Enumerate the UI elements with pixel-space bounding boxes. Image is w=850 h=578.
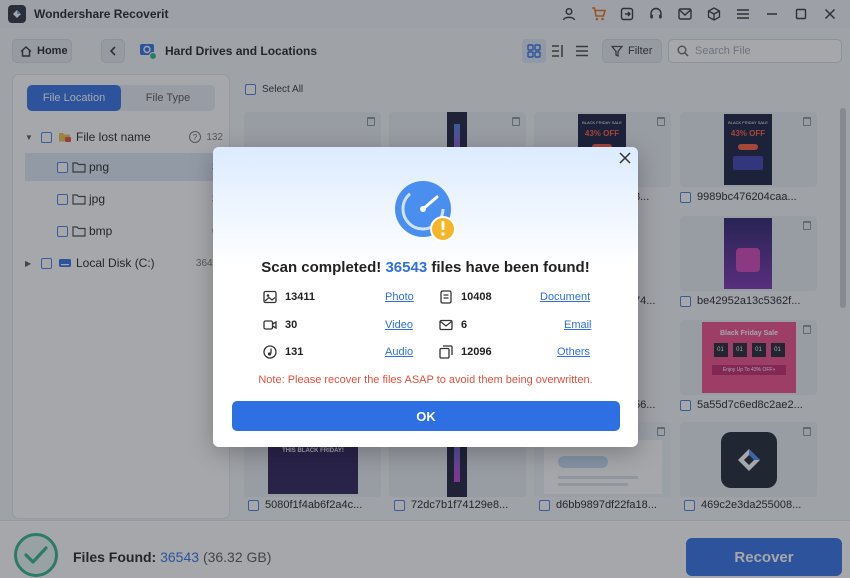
stat-video: 30 Video xyxy=(263,318,413,332)
stat-value: 10408 xyxy=(461,291,492,303)
document-link[interactable]: Document xyxy=(540,291,590,303)
stat-value: 131 xyxy=(285,346,304,358)
audio-icon xyxy=(263,345,277,359)
image-icon xyxy=(263,290,277,304)
audio-link[interactable]: Audio xyxy=(385,346,413,358)
ok-button[interactable]: OK xyxy=(232,401,620,431)
heading-count: 36543 xyxy=(385,259,428,276)
email-link[interactable]: Email xyxy=(564,319,592,331)
heading-suffix: files have been found! xyxy=(431,259,590,276)
dialog-heading: Scan completed! 36543 files have been fo… xyxy=(213,259,638,276)
document-icon xyxy=(440,290,452,304)
close-icon[interactable] xyxy=(618,151,632,165)
stat-value: 6 xyxy=(461,319,468,331)
stat-value: 30 xyxy=(285,319,298,331)
others-icon xyxy=(439,345,453,359)
heading-prefix: Scan completed! xyxy=(261,259,382,276)
stat-others: 12096 Others xyxy=(439,345,599,359)
email-icon xyxy=(439,319,453,331)
photo-link[interactable]: Photo xyxy=(385,291,414,303)
scan-complete-icon xyxy=(395,181,456,242)
scan-complete-dialog: Scan completed! 36543 files have been fo… xyxy=(213,147,638,447)
stat-audio: 131 Audio xyxy=(263,345,413,359)
stat-email: 6 Email xyxy=(439,318,599,332)
stat-document: 10408 Document xyxy=(439,290,599,304)
stat-value: 12096 xyxy=(461,346,492,358)
video-icon xyxy=(263,320,277,330)
video-link[interactable]: Video xyxy=(385,319,413,331)
stat-photo: 13411 Photo xyxy=(263,290,414,304)
stat-value: 13411 xyxy=(285,291,315,303)
warning-note: Note: Please recover the files ASAP to a… xyxy=(258,374,593,386)
others-link[interactable]: Others xyxy=(557,346,590,358)
